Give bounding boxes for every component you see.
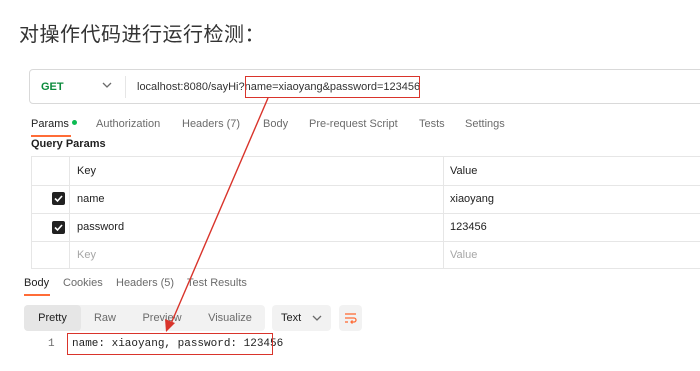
annotation-arrow [165, 97, 269, 332]
